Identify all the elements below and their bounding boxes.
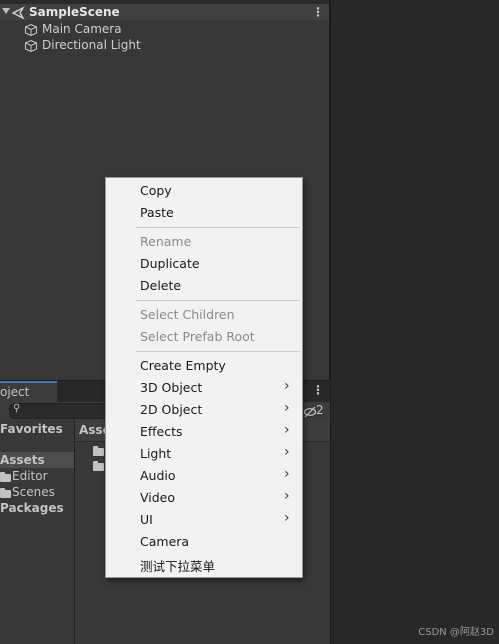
tab-project[interactable]: oject	[0, 381, 57, 402]
menu-item-ui[interactable]: UI ›	[106, 509, 302, 531]
watermark: CSDN @阿赵3D	[418, 627, 494, 638]
menu-item-audio[interactable]: Audio ›	[106, 465, 302, 487]
menu-item-video[interactable]: Video ›	[106, 487, 302, 509]
menu-item-copy[interactable]: Copy	[106, 180, 302, 202]
tree-packages[interactable]: Packages	[0, 501, 64, 515]
menu-item-label: Light	[140, 446, 172, 461]
foldout-arrow-icon[interactable]	[2, 8, 10, 14]
menu-item-label: Copy	[140, 183, 172, 198]
project-menu-icon[interactable]: ⋮	[312, 383, 324, 397]
menu-item-label: 测试下拉菜单	[140, 559, 216, 574]
menu-item-label: Audio	[140, 468, 176, 483]
menu-item-custom[interactable]: 测试下拉菜单	[106, 553, 302, 575]
menu-item-label: Rename	[140, 234, 192, 249]
tree-assets[interactable]: Assets	[0, 453, 45, 467]
menu-item-label: Select Prefab Root	[140, 329, 255, 344]
tree-item-scenes[interactable]: Scenes	[0, 485, 74, 501]
menu-item-delete[interactable]: Delete	[106, 275, 302, 297]
submenu-arrow-icon: ›	[284, 378, 290, 394]
menu-separator	[136, 227, 300, 228]
submenu-arrow-icon: ›	[284, 444, 290, 460]
directional-light-label: Directional Light	[42, 38, 141, 52]
menu-item-create-empty[interactable]: Create Empty	[106, 355, 302, 377]
tree-editor-label: Editor	[12, 469, 48, 483]
menu-item-label: Create Empty	[140, 358, 226, 373]
menu-item-label: UI	[140, 512, 153, 527]
menu-item-camera[interactable]: Camera	[106, 531, 302, 553]
gameobject-cube-icon	[24, 38, 38, 57]
context-menu: Copy Paste Rename Duplicate Delete Selec…	[105, 177, 303, 578]
hierarchy-item-main-camera[interactable]: Main Camera	[0, 21, 330, 37]
menu-item-light[interactable]: Light ›	[106, 443, 302, 465]
menu-item-rename: Rename	[106, 231, 302, 253]
hierarchy-item-directional-light[interactable]: Directional Light	[0, 37, 330, 53]
search-input[interactable]: ⚲	[9, 403, 113, 419]
menu-item-label: Video	[140, 490, 176, 505]
submenu-arrow-icon: ›	[284, 488, 290, 504]
submenu-arrow-icon: ›	[284, 510, 290, 526]
search-icon: ⚲	[13, 403, 21, 414]
scene-view-panel	[331, 0, 499, 644]
menu-item-paste[interactable]: Paste	[106, 202, 302, 224]
menu-item-label: Duplicate	[140, 256, 200, 271]
menu-item-3d-object[interactable]: 3D Object ›	[106, 377, 302, 399]
submenu-arrow-icon: ›	[284, 466, 290, 482]
folder-icon[interactable]	[93, 446, 104, 456]
tree-scenes-label: Scenes	[12, 485, 55, 499]
menu-item-duplicate[interactable]: Duplicate	[106, 253, 302, 275]
folder-icon[interactable]	[93, 461, 104, 471]
menu-item-label: Paste	[140, 205, 174, 220]
folder-icon	[0, 488, 11, 498]
menu-item-label: Effects	[140, 424, 183, 439]
menu-separator	[136, 300, 300, 301]
menu-item-label: Select Children	[140, 307, 235, 322]
project-tab-label: oject	[0, 385, 30, 399]
scene-name: SampleScene	[29, 5, 120, 19]
menu-item-label: 2D Object	[140, 402, 203, 417]
submenu-arrow-icon: ›	[284, 422, 290, 438]
scene-menu-icon[interactable]: ⋮	[312, 5, 324, 19]
menu-item-2d-object[interactable]: 2D Object ›	[106, 399, 302, 421]
hidden-packages-count: 2	[316, 403, 324, 417]
menu-item-select-prefab-root: Select Prefab Root	[106, 326, 302, 348]
menu-item-label: Delete	[140, 278, 182, 293]
menu-separator	[136, 351, 300, 352]
main-camera-label: Main Camera	[42, 22, 122, 36]
menu-item-label: 3D Object	[140, 380, 203, 395]
folder-icon	[0, 472, 11, 482]
tree-favorites[interactable]: Favorites	[0, 422, 63, 436]
submenu-arrow-icon: ›	[284, 400, 290, 416]
tree-item-editor[interactable]: Editor	[0, 469, 74, 485]
menu-item-effects[interactable]: Effects ›	[106, 421, 302, 443]
menu-item-select-children: Select Children	[106, 304, 302, 326]
menu-item-label: Camera	[140, 534, 190, 549]
